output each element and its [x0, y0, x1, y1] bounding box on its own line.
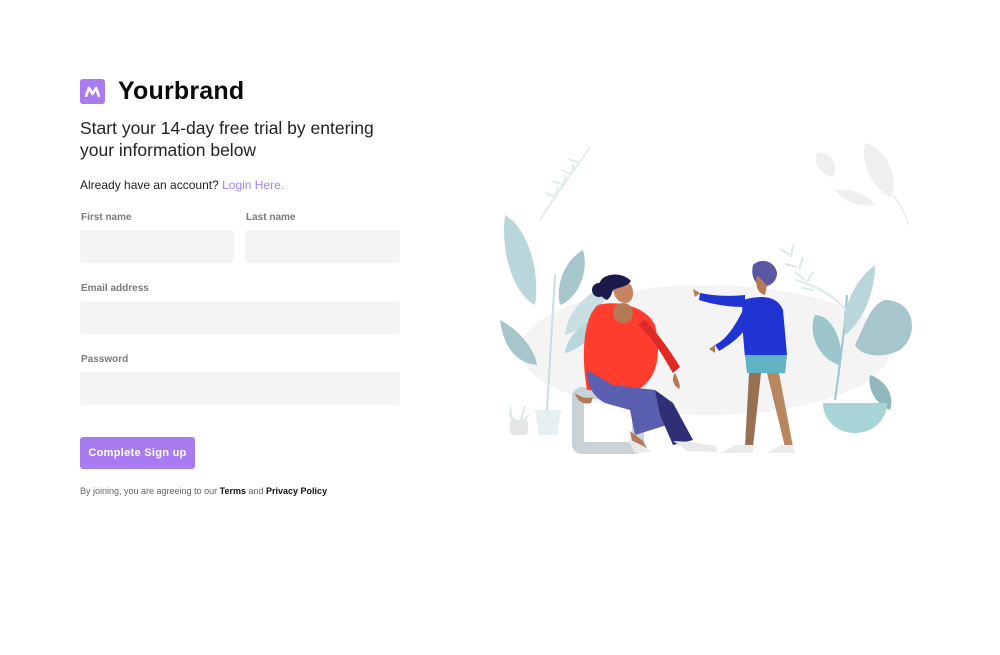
complete-signup-button[interactable]: Complete Sign up [80, 437, 195, 469]
account-prompt: Already have an account? Login Here. [80, 178, 400, 192]
first-name-label: First name [81, 212, 132, 223]
signup-panel: Yourbrand Start your 14-day free trial b… [80, 77, 400, 496]
people-meeting-illustration [495, 135, 920, 465]
brand: Yourbrand [80, 77, 400, 105]
last-name-input[interactable] [245, 230, 400, 263]
email-group: Email address [80, 282, 400, 334]
login-link[interactable]: Login Here. [222, 178, 284, 192]
first-name-input[interactable] [80, 230, 234, 263]
name-row: First name Last name [80, 211, 400, 263]
account-prompt-text: Already have an account? [80, 178, 219, 192]
last-name-label: Last name [246, 212, 296, 223]
email-label: Email address [81, 283, 149, 294]
privacy-policy-link[interactable]: Privacy Policy [266, 486, 327, 496]
first-name-group: First name [80, 211, 234, 263]
email-row: Email address [80, 282, 400, 334]
password-row: Password [80, 353, 400, 405]
legal-and: and [248, 486, 264, 496]
brand-name: Yourbrand [118, 76, 245, 105]
last-name-group: Last name [245, 211, 400, 263]
brand-logo-icon [80, 78, 105, 104]
page-headline: Start your 14-day free trial by entering… [80, 118, 374, 160]
email-input[interactable] [80, 301, 400, 334]
terms-link[interactable]: Terms [220, 486, 246, 496]
legal-prefix: By joining, you are agreeing to our [80, 486, 218, 496]
password-input[interactable] [80, 372, 400, 405]
password-group: Password [80, 353, 400, 405]
legal-notice: By joining, you are agreeing to our Term… [80, 486, 400, 496]
password-label: Password [81, 354, 129, 365]
